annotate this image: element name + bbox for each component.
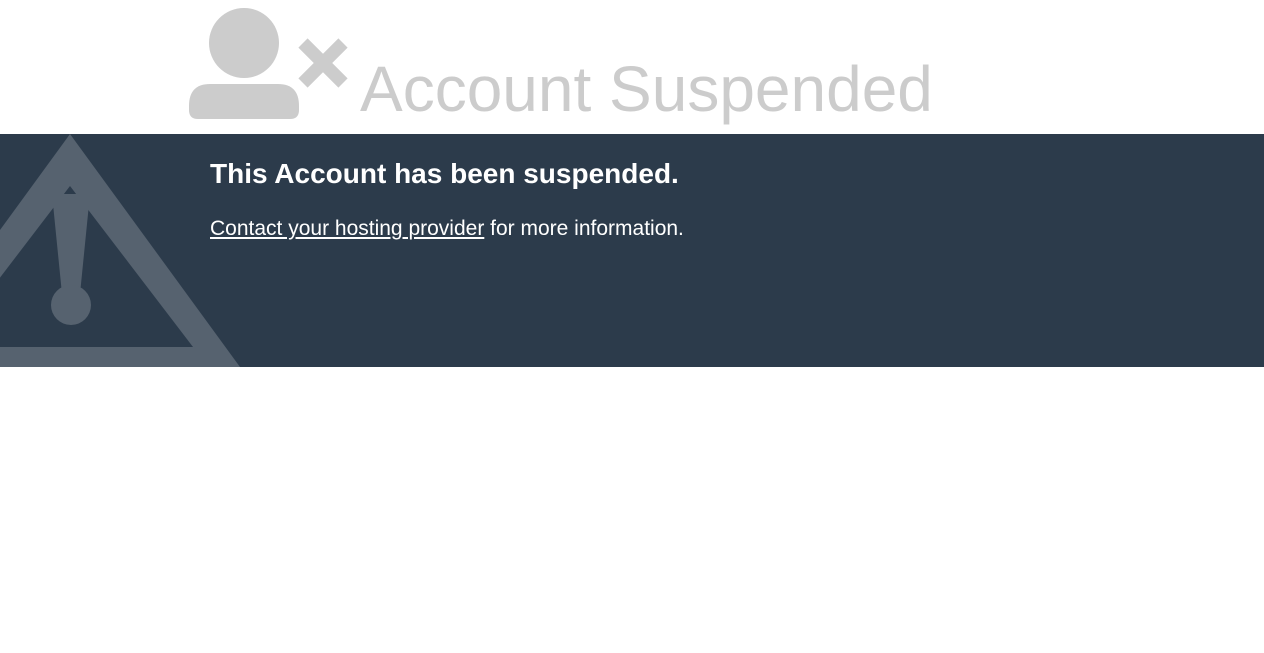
message-suffix: for more information. bbox=[484, 217, 684, 240]
page-title: Account Suspended bbox=[360, 53, 933, 125]
suspension-banner: This Account has been suspended. Contact… bbox=[0, 134, 1264, 367]
user-suspended-icon bbox=[189, 8, 348, 119]
contact-hosting-provider-link[interactable]: Contact your hosting provider bbox=[210, 217, 484, 240]
suspension-message: Contact your hosting provider for more i… bbox=[210, 216, 684, 242]
suspension-heading: This Account has been suspended. bbox=[210, 158, 679, 189]
page-header: Account Suspended bbox=[0, 0, 1264, 134]
warning-triangle-icon bbox=[0, 134, 240, 367]
